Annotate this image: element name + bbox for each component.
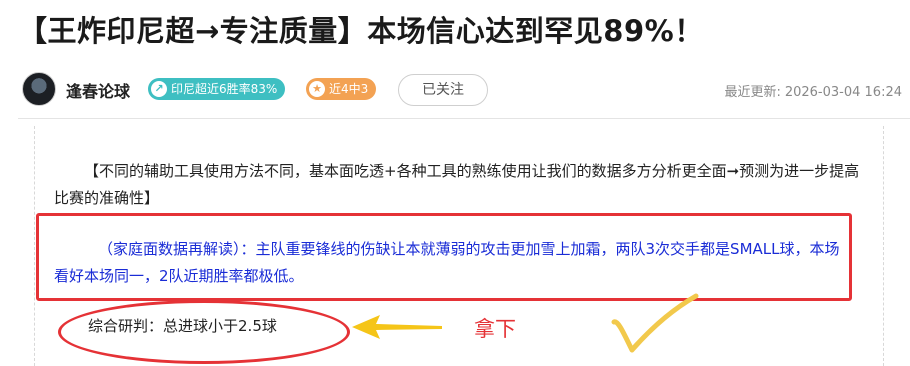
star-icon: ★ [309, 81, 325, 97]
analysis-text: （家庭面数据再解读）：主队重要锋线的伤缺让本就薄弱的攻击更加雪上加霜，两队3次交… [54, 240, 840, 285]
win-rate-label: 印尼超近6胜率83% [171, 82, 278, 96]
pointer-arrow-icon [352, 315, 442, 339]
article-title: 【王炸印尼超→专注质量】本场信心达到罕见89%！ [18, 14, 704, 48]
updated-label: 最近更新: [724, 85, 781, 100]
win-rate-badge: ↗ 印尼超近6胜率83% [148, 78, 286, 100]
streak-badge: ★ 近4中3 [306, 78, 377, 100]
avatar[interactable] [22, 72, 56, 106]
checkmark-icon [611, 293, 699, 353]
up-arrow-icon: ↗ [151, 81, 167, 97]
conclusion-text: 综合研判：总进球小于2.5球 [88, 317, 277, 335]
follow-button[interactable]: 已关注 [398, 74, 488, 106]
last-updated: 最近更新: 2026-03-04 16:24 [720, 81, 902, 100]
author-name[interactable]: 逢春论球 [66, 78, 130, 102]
intro-text: 【不同的辅助工具使用方法不同，基本面吃透+各种工具的熟练使用让我们的数据多方分析… [54, 162, 860, 207]
intro-paragraph: 【不同的辅助工具使用方法不同，基本面吃透+各种工具的熟练使用让我们的数据多方分析… [54, 158, 874, 212]
streak-label: 近4中3 [329, 82, 369, 96]
author-meta-row: 逢春论球 ↗ 印尼超近6胜率83% ★ 近4中3 已关注 最近更新: 2026-0… [22, 72, 902, 106]
divider [18, 118, 910, 119]
result-mark: 拿下 [474, 317, 516, 341]
analysis-paragraph: （家庭面数据再解读）：主队重要锋线的伤缺让本就薄弱的攻击更加雪上加霜，两队3次交… [54, 236, 854, 290]
updated-time: 2026-03-04 16:24 [784, 85, 902, 100]
